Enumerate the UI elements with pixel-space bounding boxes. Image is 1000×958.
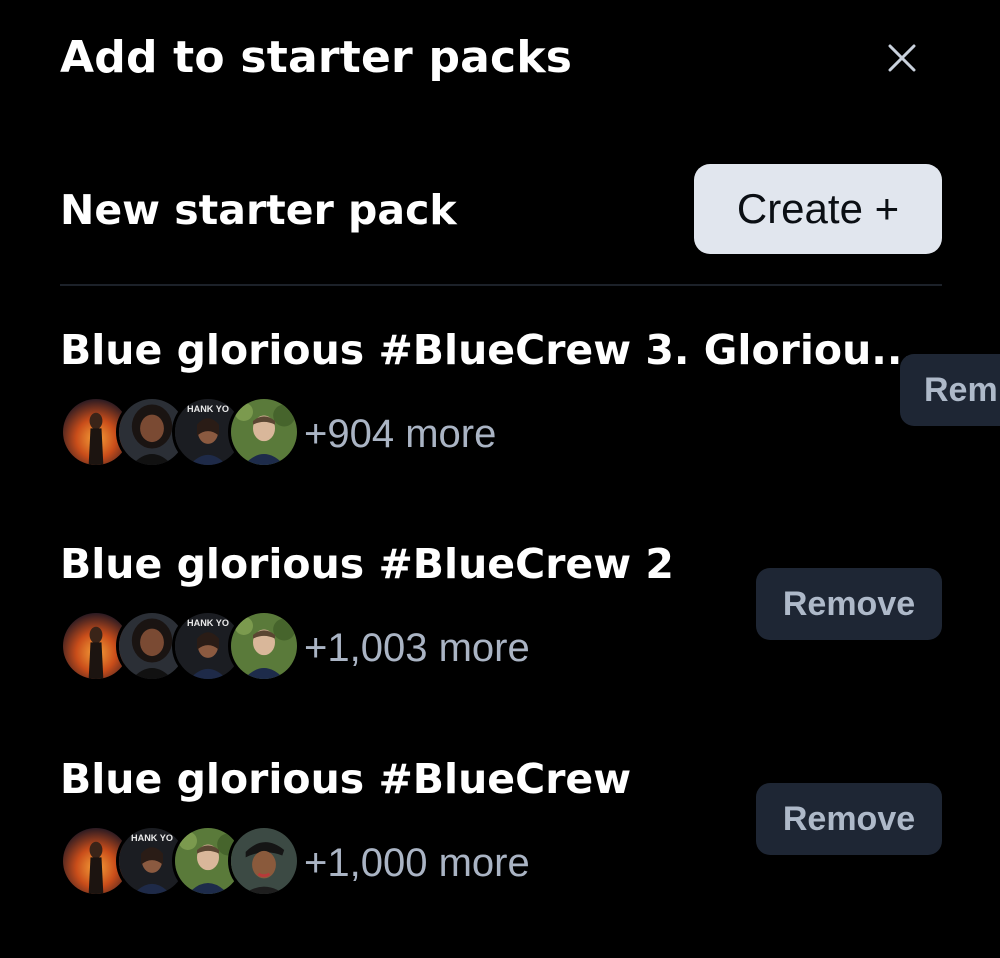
new-starter-pack-label: New starter pack [60,186,457,234]
more-members-count: +1,003 more [304,626,530,670]
more-members-count: +904 more [304,412,497,456]
starter-pack-item: Blue glorious #BlueCrew 3. Gloriou... HA… [60,326,1000,476]
member-avatars: HANK YO [60,610,300,686]
new-starter-pack-row: New starter pack Create + [60,164,942,256]
dialog-title: Add to starter packs [60,32,573,83]
svg-text:HANK YO: HANK YO [131,833,173,843]
member-avatars: HANK YO [60,396,300,472]
divider [60,284,942,286]
remove-button[interactable]: Remove [756,783,942,855]
starter-pack-name: Blue glorious #BlueCrew 2 [60,540,674,588]
remove-button[interactable]: Rem [900,354,1000,426]
svg-text:HANK YO: HANK YO [187,404,229,414]
starter-pack-name: Blue glorious #BlueCrew [60,755,632,803]
close-button[interactable] [880,36,924,80]
svg-text:HANK YO: HANK YO [187,618,229,628]
avatar-man-outdoors [228,610,300,682]
starter-pack-name: Blue glorious #BlueCrew 3. Gloriou... [60,326,918,374]
create-starter-pack-button[interactable]: Create + [694,164,942,254]
close-icon [888,44,916,72]
more-members-count: +1,000 more [304,841,530,885]
avatar-man-outdoors [228,396,300,468]
remove-button[interactable]: Remove [756,568,942,640]
avatar-woman-cap [228,825,300,897]
member-avatars: HANK YO [60,825,300,901]
add-to-starter-packs-dialog: Add to starter packs New starter pack Cr… [0,0,1000,958]
